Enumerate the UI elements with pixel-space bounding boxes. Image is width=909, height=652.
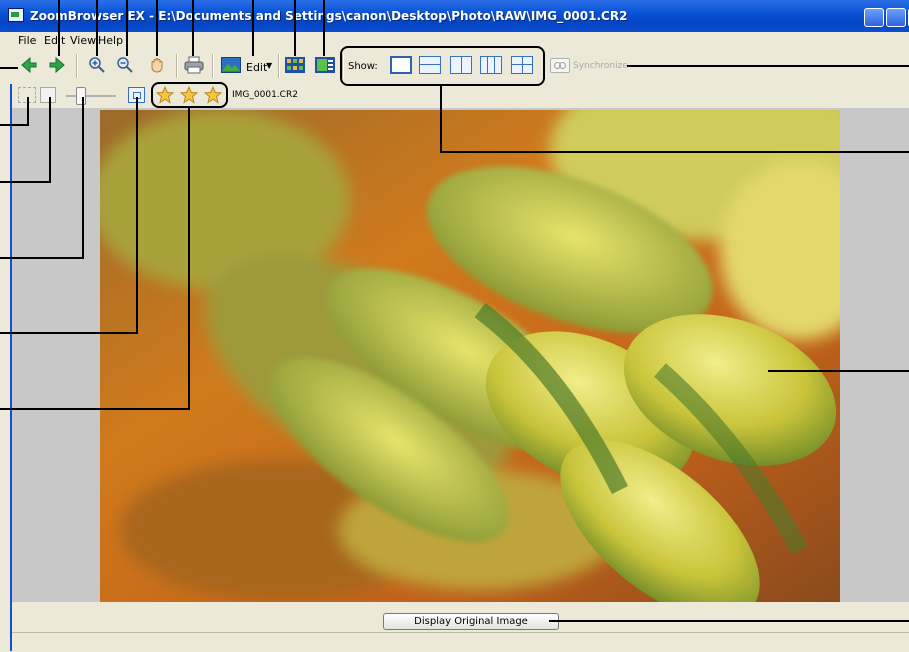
zoom-out-icon[interactable] bbox=[114, 54, 136, 76]
minimize-button[interactable] bbox=[864, 8, 884, 27]
callout-line bbox=[0, 257, 84, 259]
menu-edit[interactable]: Edit bbox=[44, 34, 65, 47]
display-original-image-button[interactable]: Display Original Image bbox=[383, 613, 559, 630]
window-left-border bbox=[10, 84, 12, 651]
menu-view[interactable]: View bbox=[70, 34, 96, 47]
callout-line bbox=[0, 67, 18, 69]
zoom-slider-track[interactable] bbox=[66, 95, 116, 97]
callout-line bbox=[58, 0, 60, 56]
back-arrow-icon[interactable] bbox=[18, 54, 40, 76]
callout-line bbox=[96, 0, 98, 56]
dropdown-arrow-icon[interactable]: ▼ bbox=[266, 61, 272, 70]
toolbar-separator bbox=[176, 54, 178, 78]
zoom-slider-handle[interactable] bbox=[76, 87, 86, 105]
thumbnails-icon[interactable] bbox=[284, 54, 306, 76]
maximize-button[interactable] bbox=[886, 8, 906, 27]
callout-line bbox=[768, 370, 909, 372]
callout-line bbox=[549, 620, 909, 622]
callout-line bbox=[136, 97, 138, 334]
main-image[interactable] bbox=[100, 110, 840, 602]
callout-line bbox=[323, 0, 325, 56]
callout-line bbox=[0, 124, 28, 126]
callout-line bbox=[188, 106, 190, 410]
callout-line bbox=[27, 97, 29, 126]
edit-image-icon[interactable] bbox=[220, 54, 242, 76]
synchronize-label[interactable]: Synchronize bbox=[573, 61, 628, 71]
synchronize-icon[interactable] bbox=[550, 58, 570, 73]
callout-line bbox=[192, 0, 194, 56]
star-rating-callout bbox=[151, 82, 228, 108]
callout-line bbox=[0, 181, 50, 183]
title-bar: ZoomBrowser EX - E:\Documents and Settin… bbox=[0, 0, 909, 32]
callout-line bbox=[0, 408, 190, 410]
menu-file[interactable]: File bbox=[18, 34, 36, 47]
image-details-icon[interactable] bbox=[314, 54, 336, 76]
callout-line bbox=[627, 65, 909, 67]
edit-menu-label[interactable]: Edit bbox=[246, 61, 267, 74]
callout-line bbox=[294, 0, 296, 56]
print-icon[interactable] bbox=[183, 54, 205, 76]
menu-help[interactable]: Help bbox=[98, 34, 123, 47]
toolbar-separator bbox=[76, 54, 78, 78]
forward-arrow-icon[interactable] bbox=[46, 54, 68, 76]
callout-line bbox=[440, 85, 442, 152]
status-bar bbox=[12, 632, 909, 652]
callout-line bbox=[82, 97, 84, 259]
show-buttons-callout bbox=[340, 46, 545, 86]
callout-line bbox=[440, 151, 909, 153]
window-title: ZoomBrowser EX - E:\Documents and Settin… bbox=[30, 9, 628, 23]
app-icon bbox=[8, 8, 24, 22]
toolbar-separator bbox=[212, 54, 214, 78]
hand-icon[interactable] bbox=[146, 54, 168, 76]
actual-size-icon[interactable] bbox=[40, 87, 56, 103]
callout-line bbox=[0, 332, 138, 334]
callout-line bbox=[49, 97, 51, 183]
callout-line bbox=[126, 0, 128, 56]
toolbar-separator bbox=[278, 54, 280, 78]
callout-line bbox=[156, 0, 158, 56]
filename-label: IMG_0001.CR2 bbox=[232, 90, 298, 100]
callout-line bbox=[252, 0, 254, 56]
zoom-in-icon[interactable] bbox=[86, 54, 108, 76]
